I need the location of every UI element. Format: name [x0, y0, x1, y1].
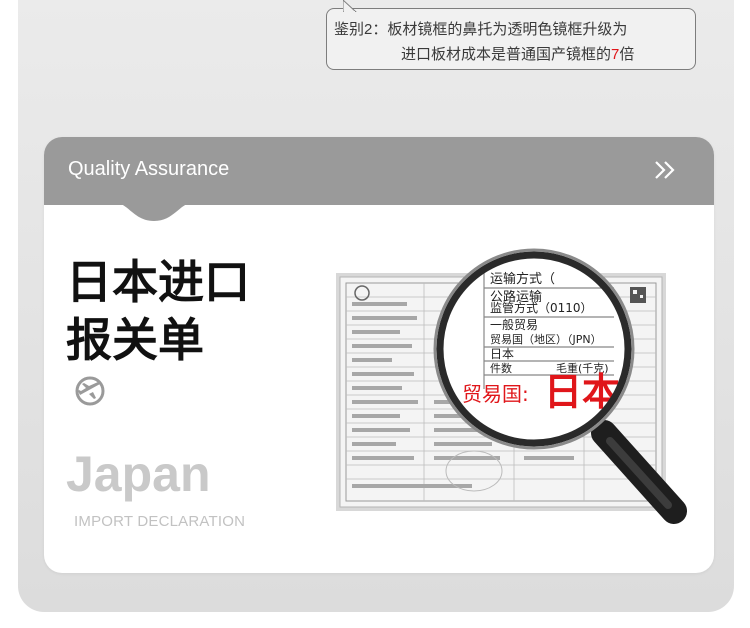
lens-row-5: 贸易国（地区）（JPN）: [490, 333, 602, 346]
lens-row-7: 件数: [490, 362, 512, 375]
card-header: Quality Assurance: [44, 137, 714, 205]
lens-row-6: 日本: [490, 347, 514, 361]
note-text-prefix: 进口板材成本是普通国产镜框的: [401, 46, 612, 63]
quality-card: Quality Assurance 日本进口 报关单 Japan IMPORT …: [44, 137, 714, 573]
header-notch: [116, 203, 192, 221]
trade-country-label: 贸易国:: [462, 382, 529, 406]
chinese-title-line1: 日本进口: [66, 255, 250, 309]
header-title: Quality Assurance: [68, 158, 230, 180]
note-tail: [343, 0, 357, 12]
lens-row-1: 运输方式（: [490, 271, 555, 287]
note-text-line2: 进口板材成本是普通国产镜框的7倍: [401, 43, 634, 64]
lens-row-4: 一般贸易: [490, 317, 538, 332]
airplane-icon: [75, 376, 105, 406]
english-subtitle: IMPORT DECLARATION: [74, 513, 246, 530]
double-chevron-right-icon[interactable]: [652, 157, 678, 183]
note-text-line1: 鉴别2：板材镜框的鼻托为透明色镜框升级为: [334, 21, 628, 38]
lens-row-3: 监管方式（0110）: [490, 300, 593, 315]
note-text-suffix: 倍: [619, 46, 635, 63]
chinese-title: 日本进口 报关单: [66, 253, 250, 369]
english-title: Japan: [66, 446, 211, 502]
customs-declaration-image: 运输方式（ 公路运输 监管方式（0110） 一般贸易 贸易国（地区）（JPN） …: [336, 248, 687, 524]
chinese-title-line2: 报关单: [66, 313, 204, 367]
